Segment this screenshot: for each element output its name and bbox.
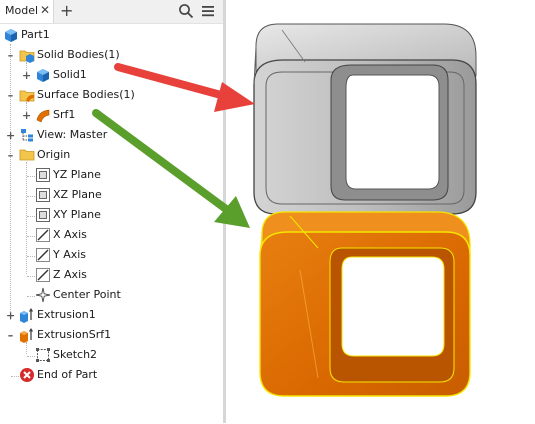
- tree-item-srf1[interactable]: + Srf1: [0, 107, 223, 125]
- tree-item-part1[interactable]: Part1: [0, 27, 223, 45]
- axis-icon: [35, 247, 51, 263]
- tree-item-solid1[interactable]: + Solid1: [0, 67, 223, 85]
- part-icon: [3, 27, 19, 43]
- tree-item-label: View: Master: [37, 128, 108, 141]
- tree-item-sketch2[interactable]: Sketch2: [0, 347, 223, 365]
- tree-item-label: Surface Bodies(1): [37, 88, 135, 101]
- tree-item-x-axis[interactable]: X Axis: [0, 227, 223, 245]
- sketch-icon: [35, 347, 51, 363]
- tree-item-label: Extrusion1: [37, 308, 96, 321]
- expand-icon[interactable]: +: [22, 110, 31, 121]
- tree-item-label: ExtrusionSrf1: [37, 328, 112, 341]
- browser-tab-bar: Model ✕ +: [0, 0, 223, 23]
- graphics-window[interactable]: [226, 0, 535, 423]
- tree-item-label: Z Axis: [53, 268, 87, 281]
- tree-item-label: Srf1: [53, 108, 76, 121]
- tree-item-label: Part1: [21, 28, 50, 41]
- surface-extrusion-icon: [19, 327, 35, 343]
- close-icon[interactable]: ✕: [40, 3, 50, 17]
- axis-icon: [35, 227, 51, 243]
- tree-item-label: Y Axis: [53, 248, 87, 261]
- surface-bodies-folder-icon: [19, 87, 35, 103]
- tree-item-label: XY Plane: [53, 208, 101, 221]
- tree-item-solid-bodies[interactable]: – Solid Bodies(1): [0, 47, 223, 65]
- plane-icon: [35, 207, 51, 223]
- center-point-icon: [35, 287, 51, 303]
- expand-icon[interactable]: +: [6, 130, 15, 141]
- axis-icon: [35, 267, 51, 283]
- tree-item-origin[interactable]: – Origin: [0, 147, 223, 165]
- add-tab-icon[interactable]: +: [60, 1, 73, 20]
- tree-item-surface-bodies[interactable]: – Surface Bodies(1): [0, 87, 223, 105]
- tree-item-end-of-part[interactable]: End of Part: [0, 367, 223, 385]
- tree-item-xy-plane[interactable]: XY Plane: [0, 207, 223, 225]
- search-icon[interactable]: [178, 3, 194, 19]
- plane-icon: [35, 187, 51, 203]
- collapse-icon[interactable]: –: [6, 330, 15, 341]
- plane-icon: [35, 167, 51, 183]
- extrusion-icon: [19, 307, 35, 323]
- collapse-icon[interactable]: –: [6, 90, 15, 101]
- tree-item-label: End of Part: [37, 368, 98, 381]
- tree-item-extrusion1[interactable]: + Extrusion1: [0, 307, 223, 325]
- expand-icon[interactable]: +: [6, 310, 15, 321]
- tab-model-label: Model: [5, 4, 39, 17]
- tree-item-label: YZ Plane: [53, 168, 101, 181]
- model-tree: Part1 – Solid Bodies(1) + Solid1 – Surfa…: [0, 23, 223, 424]
- tree-item-xz-plane[interactable]: XZ Plane: [0, 187, 223, 205]
- tree-item-label: Solid Bodies(1): [37, 48, 120, 61]
- tree-item-label: Origin: [37, 148, 71, 161]
- model-browser: Model ✕ + Part1 – Solid Bodies(1) + Soli…: [0, 0, 223, 424]
- collapse-icon[interactable]: –: [6, 50, 15, 61]
- solid-bodies-folder-icon: [19, 47, 35, 63]
- origin-folder-icon: [19, 147, 35, 163]
- view-rep-icon: [19, 127, 35, 143]
- tree-item-view-master[interactable]: + View: Master: [0, 127, 223, 145]
- expand-icon[interactable]: +: [22, 70, 31, 81]
- solid-body-icon: [35, 67, 51, 83]
- tree-item-label: X Axis: [53, 228, 87, 241]
- tree-item-extrusionsrf1[interactable]: – ExtrusionSrf1: [0, 327, 223, 345]
- tree-item-center-point[interactable]: Center Point: [0, 287, 223, 305]
- end-of-part-icon: [19, 367, 35, 383]
- tree-item-y-axis[interactable]: Y Axis: [0, 247, 223, 265]
- tree-item-label: Solid1: [53, 68, 87, 81]
- tree-item-yz-plane[interactable]: YZ Plane: [0, 167, 223, 185]
- tab-model[interactable]: Model ✕: [0, 0, 54, 23]
- tree-item-z-axis[interactable]: Z Axis: [0, 267, 223, 285]
- tree-item-label: XZ Plane: [53, 188, 102, 201]
- menu-icon[interactable]: [200, 3, 216, 19]
- surface-body-icon: [35, 107, 51, 123]
- tree-item-label: Center Point: [53, 288, 121, 301]
- tree-item-label: Sketch2: [53, 348, 98, 361]
- collapse-icon[interactable]: –: [6, 150, 15, 161]
